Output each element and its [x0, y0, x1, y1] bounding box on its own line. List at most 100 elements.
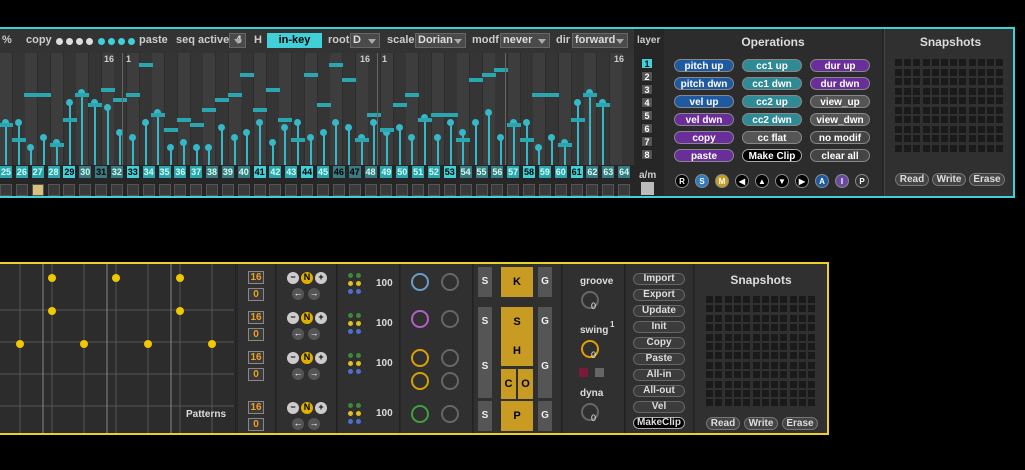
snapshot-slot[interactable]	[959, 144, 967, 152]
snapshot-slot[interactable]	[724, 296, 732, 303]
velocity-knob[interactable]	[192, 144, 200, 151]
length-box[interactable]: 16	[248, 271, 264, 284]
duration-bar[interactable]	[11, 138, 26, 142]
velocity-bar[interactable]	[43, 140, 46, 165]
snapshot-slot[interactable]	[780, 380, 788, 388]
action-button-makeclip[interactable]: MakeClip	[633, 417, 685, 429]
snapshot-slot[interactable]	[706, 314, 713, 322]
step-toggle[interactable]	[618, 184, 631, 196]
nudge-left-button[interactable]: ←	[292, 288, 304, 300]
snapshot-slot[interactable]	[977, 78, 985, 85]
snapshot-slot[interactable]	[922, 144, 930, 152]
op-icon[interactable]: A	[815, 174, 829, 188]
snapshot-slot[interactable]	[789, 324, 797, 332]
layer-button[interactable]: 4	[641, 97, 653, 108]
velocity-bar[interactable]	[525, 125, 528, 165]
snapshot-slot[interactable]	[808, 305, 816, 313]
velocity-bar[interactable]	[309, 140, 312, 165]
velocity-bar[interactable]	[297, 125, 300, 165]
op-button[interactable]: no modif	[810, 131, 870, 144]
snapshot-slot[interactable]	[752, 305, 760, 313]
velocity-bar[interactable]	[449, 125, 452, 165]
snapshot-slot[interactable]	[743, 314, 751, 322]
step-number[interactable]: 45	[317, 166, 329, 178]
snapshot-slot[interactable]	[780, 361, 788, 369]
duration-bar[interactable]	[545, 93, 560, 97]
snapshot-slot[interactable]	[941, 144, 948, 152]
snapshot-slot[interactable]	[715, 324, 723, 332]
op-button[interactable]: cc1 up	[742, 59, 802, 72]
snapshot-slot[interactable]	[752, 352, 760, 360]
offset-box[interactable]: 0	[248, 368, 264, 381]
erase-button[interactable]: Erase	[969, 173, 1005, 186]
solo-button[interactable]: S	[478, 336, 492, 398]
duration-bar[interactable]	[278, 118, 293, 122]
snapshot-slot[interactable]	[895, 144, 902, 152]
nudge-right-button[interactable]: →	[308, 288, 320, 300]
layer-button[interactable]: 1	[641, 58, 653, 69]
snapshot-slot[interactable]	[780, 305, 788, 313]
length-box[interactable]: 16	[248, 401, 264, 414]
velocity-bar[interactable]	[601, 105, 604, 165]
snapshot-slot[interactable]	[743, 343, 751, 350]
snapshot-slot[interactable]	[977, 116, 985, 123]
action-button-vel[interactable]: Vel	[633, 401, 685, 413]
kit-k-button[interactable]: K	[501, 267, 533, 297]
snapshot-slot[interactable]	[913, 116, 921, 123]
plus-button[interactable]: +	[315, 272, 327, 284]
snapshot-slot[interactable]	[968, 135, 976, 142]
velocity-bar[interactable]	[170, 150, 173, 165]
snapshot-slot[interactable]	[724, 399, 732, 407]
dyna-knob[interactable]	[581, 403, 599, 421]
snapshot-slot[interactable]	[733, 399, 741, 407]
snapshot-slot[interactable]	[706, 361, 713, 369]
velocity-bar[interactable]	[335, 125, 338, 165]
duration-bar[interactable]	[557, 143, 572, 147]
step-toggle[interactable]	[221, 184, 234, 196]
step-number[interactable]: 36	[174, 166, 187, 178]
tone-knob[interactable]	[411, 310, 429, 328]
snapshot-slot[interactable]	[941, 78, 948, 85]
mod-dot[interactable]	[348, 419, 353, 424]
duration-bar[interactable]	[0, 123, 13, 127]
step-number[interactable]: 48	[364, 166, 377, 178]
duration-bar[interactable]	[519, 138, 534, 142]
snapshot-slot[interactable]	[941, 135, 948, 142]
step-toggle[interactable]	[586, 184, 599, 196]
snapshot-slot[interactable]	[771, 333, 779, 341]
write-button[interactable]: Write	[932, 173, 966, 186]
root-select[interactable]: D	[350, 33, 380, 48]
snapshot-slot[interactable]	[799, 390, 806, 397]
step-number[interactable]: 29	[63, 166, 76, 178]
snapshot-slot[interactable]	[808, 333, 816, 341]
pattern-dot[interactable]	[16, 340, 24, 348]
step-number[interactable]: 52	[427, 166, 440, 178]
snapshot-slot[interactable]	[715, 390, 723, 397]
snapshot-slot[interactable]	[761, 305, 769, 313]
snapshot-slot[interactable]	[706, 390, 713, 397]
snapshot-slot[interactable]	[931, 59, 939, 66]
snapshot-slot[interactable]	[780, 399, 788, 407]
length-box[interactable]: 16	[248, 351, 264, 364]
n-button[interactable]: N	[301, 352, 313, 364]
read-button[interactable]: Read	[895, 173, 929, 186]
step-number[interactable]: 42	[269, 166, 282, 178]
snapshot-slot[interactable]	[987, 144, 994, 152]
velocity-bar[interactable]	[322, 135, 325, 165]
snapshot-slot[interactable]	[780, 352, 788, 360]
step-toggle[interactable]	[317, 184, 329, 196]
action-button-import[interactable]: Import	[633, 273, 685, 285]
mod-dot[interactable]	[356, 281, 361, 286]
step-toggle[interactable]	[79, 184, 92, 196]
n-button[interactable]: N	[301, 402, 313, 414]
snapshot-slot[interactable]	[752, 324, 760, 332]
op-button[interactable]: dur up	[810, 59, 870, 72]
velocity-knob[interactable]	[319, 129, 327, 136]
step-toggle[interactable]	[570, 184, 583, 196]
step-toggle[interactable]	[190, 184, 203, 196]
snapshot-slot[interactable]	[950, 78, 958, 85]
step-number[interactable]: 49	[380, 166, 393, 178]
op-icon[interactable]: ▶	[795, 174, 809, 188]
velocity-knob[interactable]	[306, 134, 314, 141]
tone-knob[interactable]	[411, 273, 429, 291]
